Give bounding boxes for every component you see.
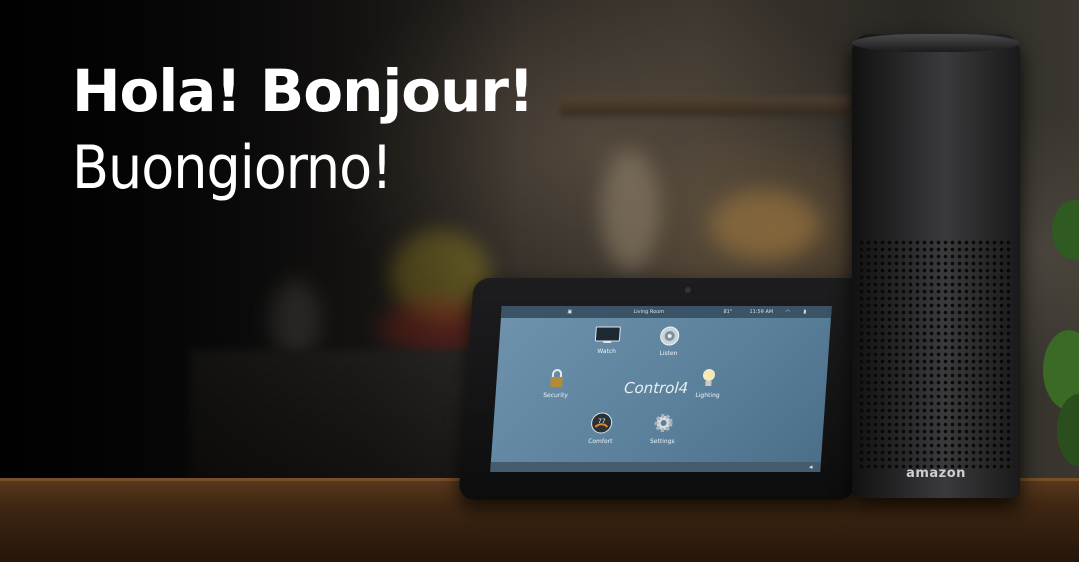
speaker-top-ring — [852, 34, 1020, 52]
light-bulb-icon — [702, 369, 715, 386]
watch-tile[interactable]: Watch — [586, 326, 628, 355]
volume-icon[interactable]: ◂ — [809, 462, 813, 472]
bottle-blur — [600, 150, 660, 270]
control4-touchscreen: ▣ Living Room 81° 11:59 AM ◠ ▮ Watch Lis… — [458, 278, 870, 500]
home-icon[interactable]: ▣ — [567, 306, 573, 318]
bottom-bar: ◂ — [490, 462, 821, 472]
listen-tile[interactable]: Listen — [648, 326, 690, 357]
thermostat-value: 77 — [597, 418, 606, 425]
tv-icon — [594, 326, 621, 343]
headline: Hola! Bonjour! Buongiorno! — [72, 57, 534, 203]
wifi-icon: ◠ — [785, 309, 790, 315]
headline-line-1: Hola! Bonjour! — [72, 57, 534, 125]
amazon-echo-speaker: amazon — [852, 34, 1020, 498]
temperature-readout: 81° — [723, 309, 733, 315]
scene: Hola! Bonjour! Buongiorno! ▣ Living Room… — [0, 0, 1079, 562]
battery-icon: ▮ — [803, 309, 807, 315]
settings-label: Settings — [649, 438, 675, 445]
lighting-tile[interactable]: Lighting — [687, 368, 729, 399]
clock: 11:59 AM — [749, 309, 774, 315]
control4-logo: Control4 — [623, 379, 689, 397]
camera-icon — [684, 287, 692, 293]
amazon-logo: amazon — [906, 466, 966, 481]
lighting-label: Lighting — [695, 392, 720, 399]
security-label: Security — [542, 392, 569, 399]
listen-label: Listen — [659, 350, 678, 357]
speaker-icon — [660, 326, 680, 346]
security-tile[interactable]: Security — [535, 368, 577, 399]
gear-icon — [654, 414, 673, 432]
settings-tile[interactable]: Settings — [642, 412, 684, 445]
comfort-label: Comfort — [587, 438, 613, 445]
comfort-tile[interactable]: 77 Comfort — [580, 412, 622, 445]
watch-label: Watch — [597, 348, 617, 355]
touchscreen-display[interactable]: ▣ Living Room 81° 11:59 AM ◠ ▮ Watch Lis… — [490, 306, 832, 472]
plant-leaves — [1043, 200, 1079, 466]
kitchen-shelf — [560, 96, 850, 116]
lock-icon — [550, 369, 563, 387]
status-bar: ▣ Living Room 81° 11:59 AM ◠ ▮ — [500, 306, 832, 318]
room-label: Living Room — [633, 309, 665, 315]
kitchenware-blur — [710, 190, 820, 260]
speaker-grille — [858, 239, 1014, 469]
headline-line-2: Buongiorno! — [72, 133, 393, 203]
